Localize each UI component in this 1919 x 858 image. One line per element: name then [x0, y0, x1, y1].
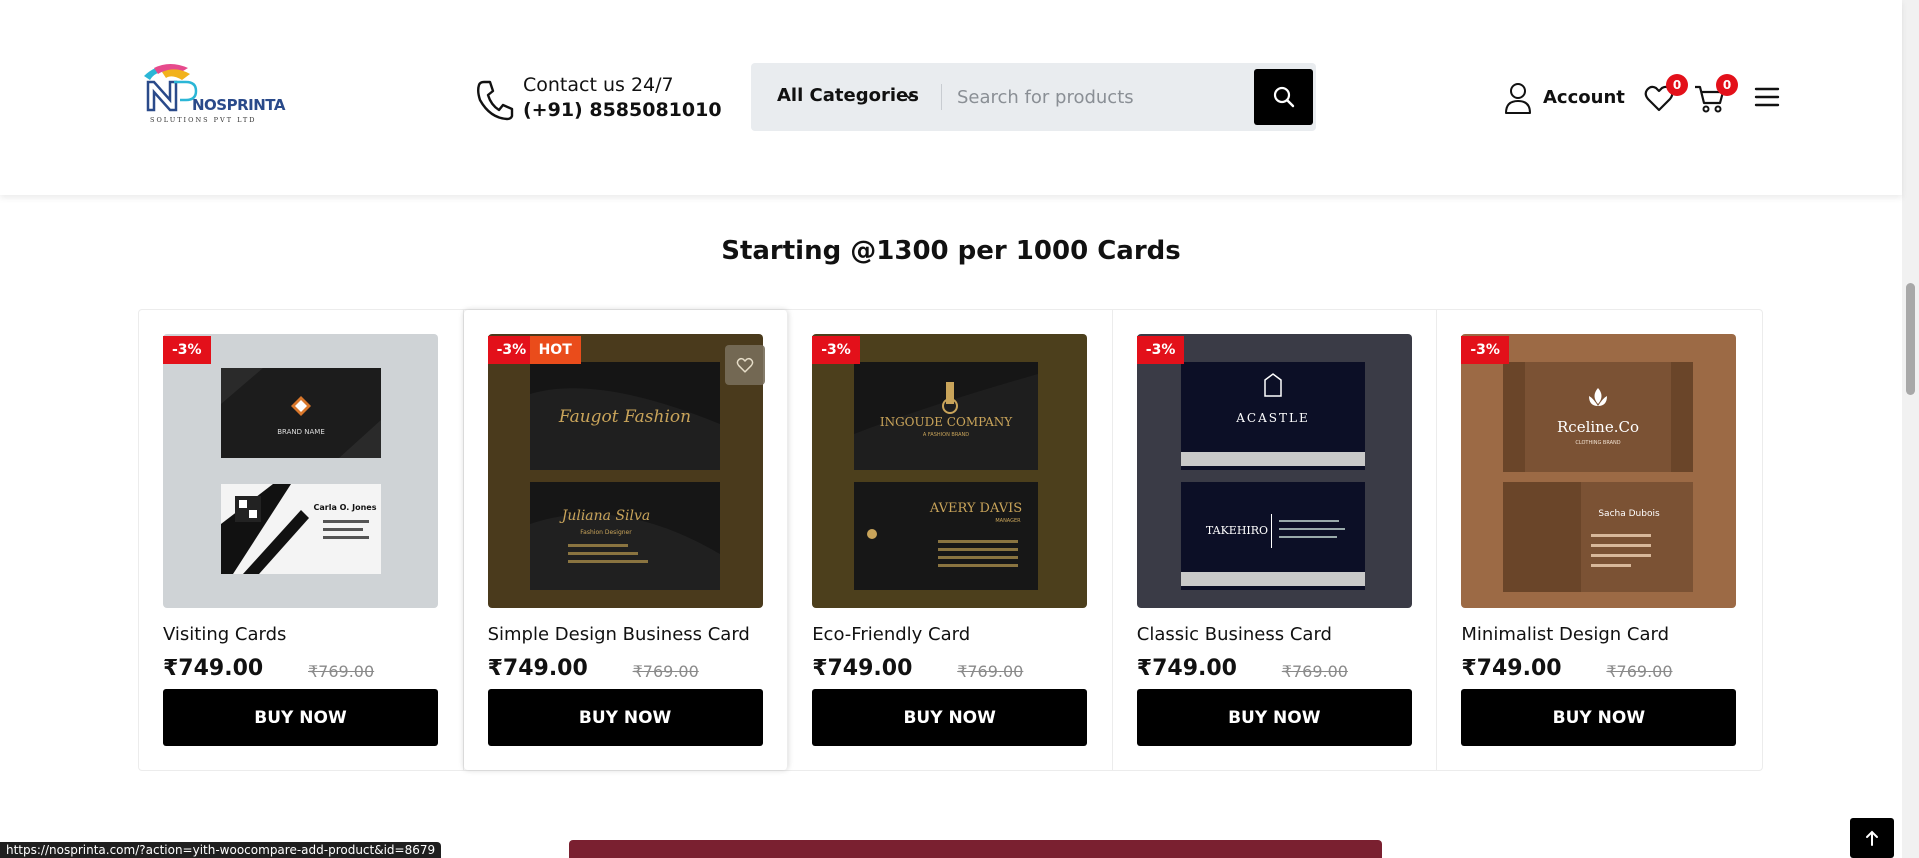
contact-phone[interactable]: (+91) 8585081010: [523, 99, 722, 121]
card-person-name: Carla O. Jones: [314, 503, 377, 512]
card-front-text: INGOUDE COMPANY: [880, 415, 1013, 429]
status-bar-url: https://nosprinta.com/?action=yith-wooco…: [0, 842, 442, 858]
search-icon: [1273, 86, 1294, 108]
product-grid: BRAND NAME Carla O. Jones -3% Visiting C…: [138, 309, 1763, 771]
phone-icon: [477, 80, 514, 121]
scrollbar-thumb[interactable]: [1906, 283, 1915, 395]
card-back-role: MANAGER: [996, 518, 1022, 524]
product-name[interactable]: Minimalist Design Card: [1461, 624, 1669, 645]
search-button[interactable]: [1254, 69, 1313, 125]
card-back-name: Juliana Silva: [558, 508, 650, 524]
search-bar: All Categories: [751, 63, 1316, 131]
card-front-tag: CLOTHING BRAND: [1576, 440, 1621, 446]
wishlist-button[interactable]: 0: [1644, 74, 1688, 116]
logo-text: NOSPRINTA: [192, 96, 285, 114]
product-price: ₹749.00: [812, 656, 913, 681]
product-card[interactable]: INGOUDE COMPANY A FASHION BRAND AVERY DA…: [788, 310, 1113, 770]
product-card[interactable]: BRAND NAME Carla O. Jones -3% Visiting C…: [139, 310, 464, 770]
card-front-tag: A FASHION BRAND: [923, 432, 969, 438]
product-name[interactable]: Visiting Cards: [163, 624, 286, 645]
contact-info: Contact us 24/7 (+91) 8585081010: [474, 72, 722, 128]
page-scrollbar[interactable]: [1902, 0, 1919, 858]
product-price: ₹749.00: [163, 656, 264, 681]
card-front-text: Rceline.Co: [1557, 418, 1639, 436]
card-back-name: TAKEHIRO: [1206, 524, 1268, 537]
account-label: Account: [1543, 87, 1625, 108]
product-old-price: ₹769.00: [308, 662, 375, 681]
product-image[interactable]: ACASTLE TAKEHIRO: [1136, 334, 1412, 608]
discount-badge: -3%: [1136, 336, 1185, 364]
product-old-price: ₹769.00: [1281, 662, 1348, 681]
wishlist-count-badge: 0: [1666, 74, 1688, 96]
scroll-to-top-button[interactable]: [1850, 818, 1894, 858]
discount-badge: -3%: [812, 336, 860, 364]
product-name[interactable]: Eco-Friendly Card: [812, 624, 970, 645]
cart-button[interactable]: 0: [1694, 74, 1738, 116]
product-card[interactable]: Rceline.Co CLOTHING BRAND Sacha Dubois -…: [1437, 310, 1762, 770]
product-old-price: ₹769.00: [957, 662, 1024, 681]
logo-subtext: SOLUTIONS PVT LTD: [150, 116, 257, 124]
discount-badge: -3%: [1461, 336, 1509, 364]
product-card[interactable]: Faugot Fashion Juliana Silva Fashion Des…: [464, 310, 789, 770]
product-price: ₹749.00: [487, 656, 588, 681]
buy-now-button[interactable]: BUY NOW: [812, 689, 1088, 746]
product-image[interactable]: Rceline.Co CLOTHING BRAND Sacha Dubois: [1461, 334, 1737, 608]
product-name[interactable]: Simple Design Business Card: [488, 624, 750, 645]
card-brand-text: BRAND NAME: [277, 428, 325, 436]
category-select[interactable]: All Categories: [777, 85, 919, 106]
buy-now-button[interactable]: BUY NOW: [1461, 689, 1737, 746]
product-image[interactable]: INGOUDE COMPANY A FASHION BRAND AVERY DA…: [812, 334, 1088, 608]
card-back-role: Fashion Designer: [580, 529, 632, 536]
cart-count-badge: 0: [1716, 74, 1738, 96]
product-price: ₹749.00: [1136, 656, 1237, 681]
product-price: ₹749.00: [1461, 656, 1562, 681]
product-old-price: ₹769.00: [1606, 662, 1673, 681]
card-front-text: Faugot Fashion: [558, 407, 691, 427]
buy-now-button[interactable]: BUY NOW: [487, 689, 763, 746]
card-back-name: AVERY DAVIS: [929, 501, 1022, 516]
search-input[interactable]: [957, 77, 1247, 117]
hot-badge: HOT: [529, 336, 581, 364]
card-front-text: ACASTLE: [1235, 411, 1309, 425]
discount-badge: -3%: [163, 336, 211, 364]
product-card[interactable]: ACASTLE TAKEHIRO -3% Classic Business Ca…: [1113, 310, 1438, 770]
buy-now-button[interactable]: BUY NOW: [163, 689, 438, 746]
contact-label: Contact us 24/7: [523, 74, 674, 96]
product-old-price: ₹769.00: [632, 662, 699, 681]
search-divider: [941, 84, 942, 110]
chevron-down-icon[interactable]: [903, 90, 915, 102]
add-to-wishlist-button[interactable]: [724, 345, 765, 385]
promo-banner: [569, 840, 1382, 858]
arrow-up-icon: [1866, 830, 1878, 846]
user-icon: [1505, 83, 1531, 114]
product-image[interactable]: Faugot Fashion Juliana Silva Fashion Des…: [487, 334, 763, 608]
buy-now-button[interactable]: BUY NOW: [1136, 689, 1412, 746]
heart-icon: [736, 357, 753, 373]
hamburger-menu-icon[interactable]: [1754, 86, 1780, 108]
product-name[interactable]: Classic Business Card: [1137, 624, 1332, 645]
site-header: NOSPRINTA SOLUTIONS PVT LTD Contact us 2…: [0, 0, 1902, 195]
card-back-name: Sacha Dubois: [1599, 509, 1661, 519]
discount-badge: -3%: [487, 336, 536, 364]
section-title: Starting @1300 per 1000 Cards: [721, 236, 1181, 266]
product-image[interactable]: BRAND NAME Carla O. Jones: [163, 334, 438, 608]
site-logo[interactable]: NOSPRINTA SOLUTIONS PVT LTD: [140, 58, 285, 128]
